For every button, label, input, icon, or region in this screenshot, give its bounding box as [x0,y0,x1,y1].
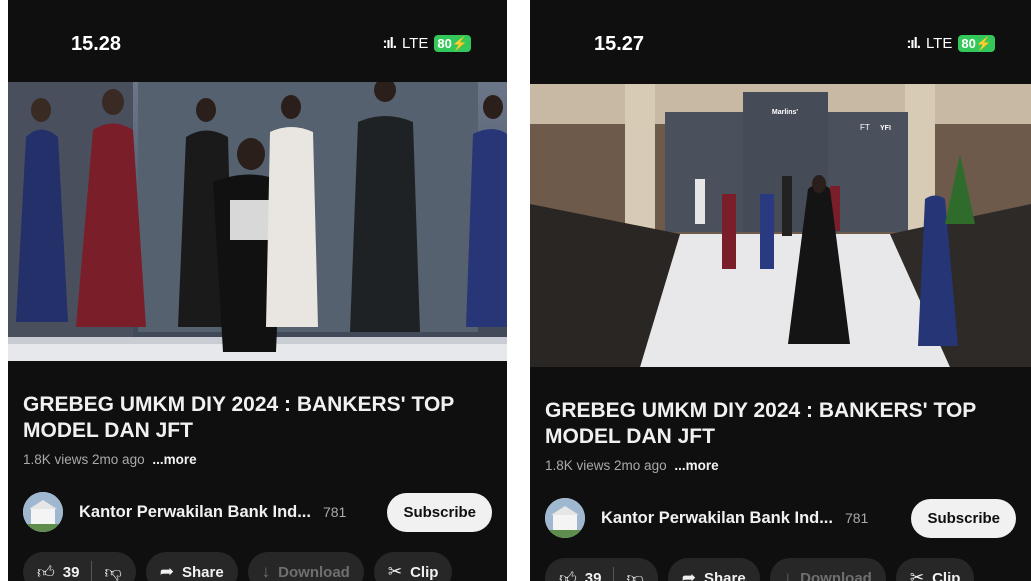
clip-button[interactable]: ✂ Clip [895,558,975,581]
share-icon: ➦ [681,568,696,581]
like-count: 39 [584,569,602,581]
backdrop-text-marlins: Marlins' [772,109,799,116]
more-link[interactable]: ...more [152,452,196,467]
status-bar: 15.27 :ıl. LTE 80⚡ [530,0,1031,80]
signal-icon: :ıl. [382,35,396,52]
video-meta: 1.8K views 2mo ago ...more [545,458,719,473]
download-label: Download [800,569,872,581]
subscriber-count: 781 [844,510,869,526]
clip-label: Clip [932,569,961,581]
building-icon [23,492,63,532]
video-player[interactable]: Marlins' FT YFI [530,84,1031,367]
share-icon: ➦ [159,562,174,581]
channel-name[interactable]: Kantor Perwakilan Bank Ind... [601,509,833,528]
scissors-icon: ✂ [387,562,403,581]
view-count: 1.8K views [23,452,89,467]
scissors-icon: ✂ [909,568,925,581]
divider [91,561,93,581]
status-icons: :ıl. LTE 80⚡ [382,35,471,52]
share-button[interactable]: ➦ Share [667,558,760,581]
upload-age: 2mo ago [92,452,145,467]
subscribe-button[interactable]: Subscribe [911,498,1016,538]
phone-screen-left: 15.28 :ıl. LTE 80⚡ GREBEG UMKM DIY 2024 … [8,0,507,581]
download-icon: ↓ [261,562,271,581]
upload-age: 2mo ago [614,458,667,473]
action-bar: 👍︎ 39 👎︎ ➦ Share ↓ Download ✂ Clip [545,558,1031,581]
video-player[interactable] [8,82,507,361]
thumbs-up-icon[interactable]: 👍︎ [559,568,577,581]
share-label: Share [181,563,224,581]
action-bar: 👍︎ 39 👎︎ ➦ Share ↓ Download ✂ Clip [23,552,507,581]
like-count: 39 [62,563,80,581]
thumbs-down-icon[interactable]: 👎︎ [104,562,121,581]
channel-name[interactable]: Kantor Perwakilan Bank Ind... [79,503,311,522]
video-title: GREBEG UMKM DIY 2024 : BANKERS' TOP MODE… [545,399,976,448]
thumbs-down-icon[interactable]: 👎︎ [626,568,643,581]
thumbs-up-icon[interactable]: 👍︎ [37,562,55,581]
download-button[interactable]: ↓ Download [247,552,364,581]
status-icons: :ıl. LTE 80⚡ [906,35,995,52]
channel-avatar[interactable] [545,498,585,538]
like-dislike-button[interactable]: 👍︎ 39 👎︎ [23,552,136,581]
network-label: LTE [401,35,429,52]
battery-level: 80 [437,36,452,51]
subscribe-button[interactable]: Subscribe [387,492,492,532]
status-time: 15.28 [71,33,122,55]
clip-label: Clip [410,563,439,581]
video-frame-runway: Marlins' FT YFI [530,84,1031,367]
download-label: Download [278,563,350,581]
view-count: 1.8K views [545,458,611,473]
battery-icon: 80⚡ [958,35,995,52]
video-frame-fashion-lineup [8,82,507,361]
clip-button[interactable]: ✂ Clip [373,552,453,581]
signal-icon: :ıl. [906,35,920,52]
share-label: Share [703,569,746,581]
status-bar: 15.28 :ıl. LTE 80⚡ [8,0,507,80]
battery-icon: 80⚡ [434,35,471,52]
video-title: GREBEG UMKM DIY 2024 : BANKERS' TOP MODE… [23,393,454,442]
status-time: 15.27 [594,33,645,55]
subscriber-count: 781 [322,504,347,520]
channel-row: Kantor Perwakilan Bank Ind... 781 Subscr… [23,490,492,534]
video-meta: 1.8K views 2mo ago ...more [23,452,197,467]
network-label: LTE [925,35,953,52]
backdrop-text-ft: FT [860,123,870,132]
backdrop-text-yfi: YFI [880,125,891,132]
download-button[interactable]: ↓ Download [769,558,886,581]
phone-screen-right: 15.27 :ıl. LTE 80⚡ Marlins' FT YFI GREBE… [530,0,1031,581]
battery-level: 80 [961,36,976,51]
divider [613,567,615,581]
like-dislike-button[interactable]: 👍︎ 39 👎︎ [545,558,658,581]
share-button[interactable]: ➦ Share [145,552,238,581]
channel-avatar[interactable] [23,492,63,532]
channel-row: Kantor Perwakilan Bank Ind... 781 Subscr… [545,496,1016,540]
building-icon [545,498,585,538]
more-link[interactable]: ...more [674,458,718,473]
download-icon: ↓ [783,568,793,581]
